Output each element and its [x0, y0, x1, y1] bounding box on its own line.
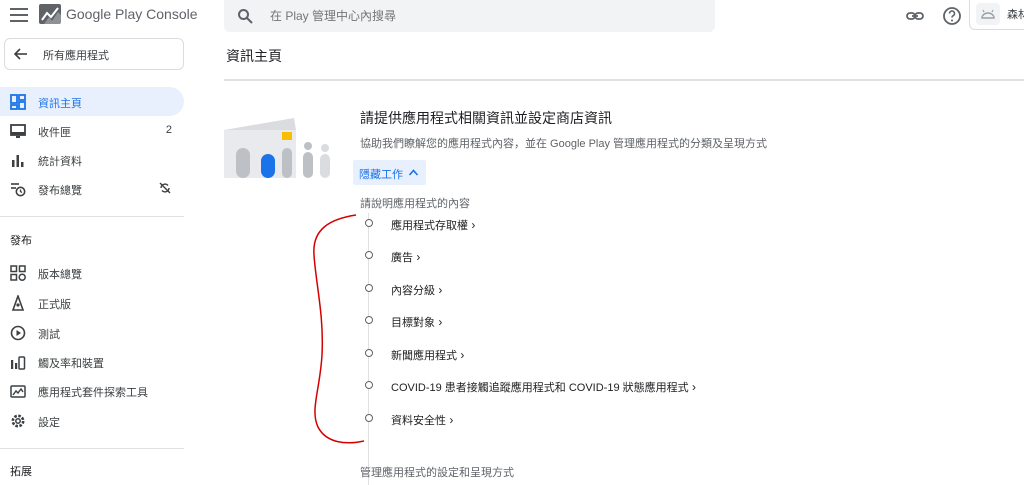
search-icon	[238, 9, 253, 24]
task-target-audience[interactable]: 目標對象	[364, 311, 764, 331]
task-status-icon	[365, 381, 373, 389]
task-status-icon	[365, 349, 373, 357]
task-status-icon	[365, 414, 373, 422]
task-status-icon	[365, 251, 373, 259]
task-label: 新聞應用程式	[391, 347, 464, 363]
account-switcher[interactable]: 森林	[969, 0, 1024, 30]
sidebar-item-label: 收件匣	[38, 127, 71, 139]
sidebar-item-label: 應用程式套件探索工具	[38, 387, 148, 399]
sidebar-divider	[0, 216, 184, 217]
arrow-back-icon	[14, 48, 27, 60]
setup-card-subtitle: 協助我們瞭解您的應用程式內容，並在 Google Play 管理應用程式的分類及…	[360, 138, 768, 150]
link-icon[interactable]	[905, 6, 925, 26]
sidebar-item-label: 觸及率和裝置	[38, 358, 104, 370]
menu-icon[interactable]	[10, 8, 28, 22]
sidebar-item-label: 資訊主頁	[38, 98, 82, 110]
task-content-rating[interactable]: 內容分級	[364, 279, 764, 299]
search-bar[interactable]	[224, 0, 715, 32]
task-data-safety[interactable]: 資料安全性	[364, 409, 764, 429]
task-label: 內容分級	[391, 282, 442, 298]
sidebar-item-label: 版本總覽	[38, 269, 82, 281]
top-bar: Google Play Console 森林	[0, 0, 1024, 36]
reach-devices-icon	[11, 356, 26, 370]
grow-section-title: 拓展	[10, 466, 32, 478]
task-label: 目標對象	[391, 314, 442, 330]
app-bundle-explorer-icon	[10, 385, 26, 398]
sidebar-item-dashboard[interactable]: 資訊主頁	[0, 87, 184, 116]
task-status-icon	[365, 284, 373, 292]
sidebar-item-releases-overview[interactable]: 版本總覽	[0, 258, 184, 287]
header-divider	[224, 79, 1024, 81]
task-label: 廣告	[391, 249, 420, 265]
sidebar-item-label: 正式版	[38, 299, 71, 311]
all-apps-label: 所有應用程式	[43, 50, 109, 62]
inbox-count-badge: 2	[165, 124, 172, 136]
sidebar-item-publishing-overview[interactable]: 發布總覽	[0, 174, 184, 203]
sidebar-item-label: 測試	[38, 329, 60, 341]
task-status-icon	[365, 316, 373, 324]
dashboard-icon	[10, 94, 26, 110]
sidebar-item-testing[interactable]: 測試	[0, 318, 184, 347]
android-icon	[981, 9, 995, 19]
task-label: COVID-19 患者接觸追蹤應用程式和 COVID-19 狀態應用程式	[391, 379, 696, 395]
account-name: 森林	[1007, 9, 1024, 21]
task-app-access[interactable]: 應用程式存取權	[364, 214, 764, 234]
task-label: 資料安全性	[391, 412, 453, 428]
testing-icon	[10, 325, 26, 341]
settings-icon	[11, 414, 25, 428]
production-icon	[11, 295, 25, 311]
sidebar-item-label: 統計資料	[38, 156, 82, 168]
hide-tasks-button[interactable]: 隱藏工作	[353, 160, 426, 185]
play-console-logo-icon	[39, 4, 61, 24]
task-covid19-apps[interactable]: COVID-19 患者接觸追蹤應用程式和 COVID-19 狀態應用程式	[364, 376, 764, 396]
manage-section-heading: 管理應用程式的設定和呈現方式	[360, 467, 514, 479]
hide-tasks-label: 隱藏工作	[359, 169, 403, 181]
chevron-up-icon	[408, 169, 419, 176]
sidebar-item-production[interactable]: 正式版	[0, 288, 184, 317]
release-section-title: 發布	[10, 235, 32, 247]
app-avatar	[976, 3, 1000, 25]
statistics-icon	[12, 155, 24, 167]
inbox-icon	[10, 124, 26, 138]
sync-off-icon	[159, 182, 171, 194]
publishing-overview-icon	[11, 183, 26, 197]
sidebar-item-statistics[interactable]: 統計資料	[0, 145, 184, 174]
page-title: 資訊主頁	[226, 48, 282, 64]
task-section-heading: 請說明應用程式的內容	[360, 198, 470, 210]
sidebar-item-inbox[interactable]: 收件匣 2	[0, 116, 184, 145]
all-apps-button[interactable]: 所有應用程式	[4, 38, 184, 70]
sidebar-item-settings[interactable]: 設定	[0, 406, 184, 435]
task-ads[interactable]: 廣告	[364, 246, 764, 266]
search-input[interactable]	[270, 6, 690, 26]
sidebar-divider	[0, 448, 184, 449]
help-icon[interactable]	[942, 6, 962, 26]
setup-card-title: 請提供應用程式相關資訊並設定商店資訊	[360, 110, 612, 126]
releases-overview-icon	[10, 265, 26, 281]
task-news-apps[interactable]: 新聞應用程式	[364, 344, 764, 364]
sidebar-item-reach-devices[interactable]: 觸及率和裝置	[0, 347, 184, 376]
task-status-icon	[365, 219, 373, 227]
sidebar-item-app-bundle-explorer[interactable]: 應用程式套件探索工具	[0, 376, 184, 405]
store-illustration	[224, 118, 330, 178]
sidebar-item-label: 發布總覽	[38, 185, 82, 197]
task-label: 應用程式存取權	[391, 217, 475, 233]
app-title: Google Play Console	[66, 6, 198, 22]
sidebar-item-label: 設定	[38, 417, 60, 429]
sidebar: 所有應用程式 資訊主頁 收件匣 2 統計資料 發布總覽 發布 版本總覽 正式版 …	[0, 36, 196, 485]
